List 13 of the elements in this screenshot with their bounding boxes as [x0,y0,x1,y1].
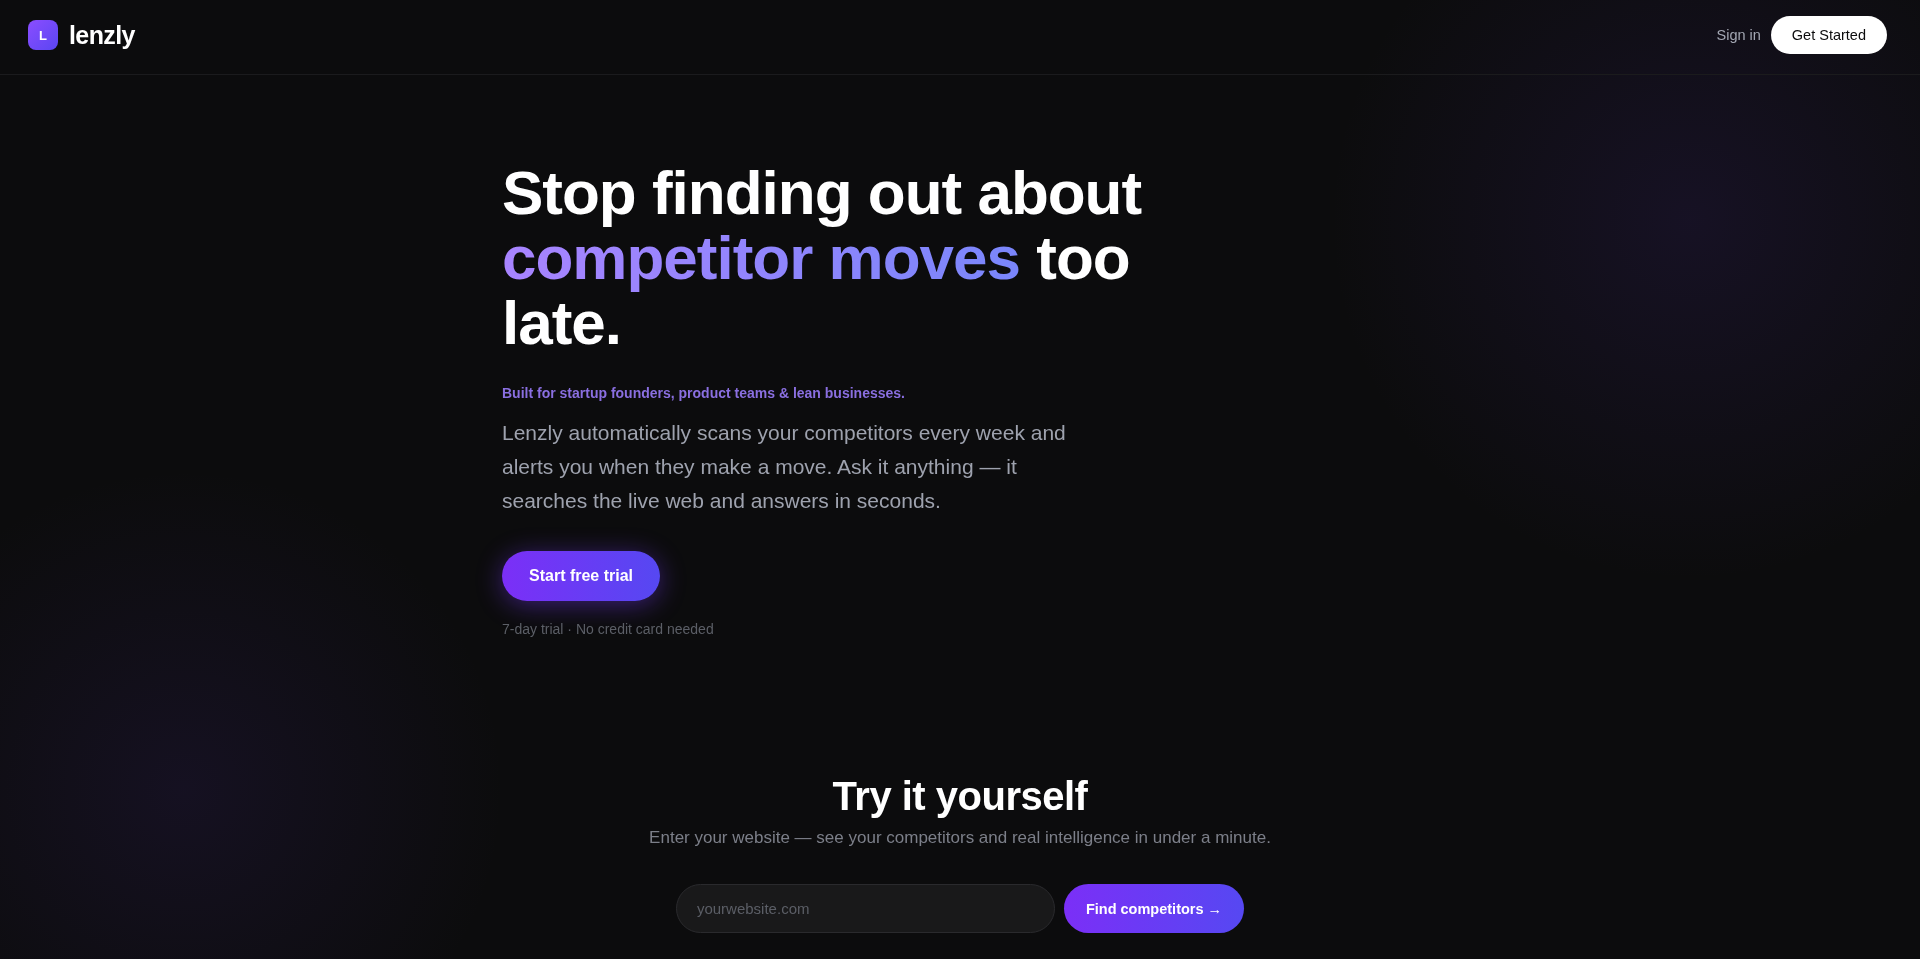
sign-in-link[interactable]: Sign in [1716,25,1761,45]
brand-name[interactable]: lenzly [69,20,135,50]
hero-headline: Stop finding out about competitor moves too late. [502,160,1143,355]
hero-tagline: Built for startup founders, product teams & lean businesses. [502,384,905,403]
get-started-button[interactable]: Get Started [1770,16,1887,54]
logo-mark: L [28,20,58,50]
section-subtitle: Enter your website — see your competitors and real intelligence in under a minute. [649,827,1271,849]
find-competitors-button[interactable]: Find competitors → [1063,884,1245,933]
website-input[interactable]: yourwebsite.com [675,884,1055,933]
trial-note: 7-day trial · No credit card needed [502,620,714,638]
hero-description: Lenzly automatically scans your competitors every week and alerts you when they make a move. Ask it anything — it searches the live web and answers in seconds. [502,420,1067,514]
start-trial-button[interactable]: Start free trial [502,551,661,601]
section-title: Try it yourself [832,773,1088,820]
